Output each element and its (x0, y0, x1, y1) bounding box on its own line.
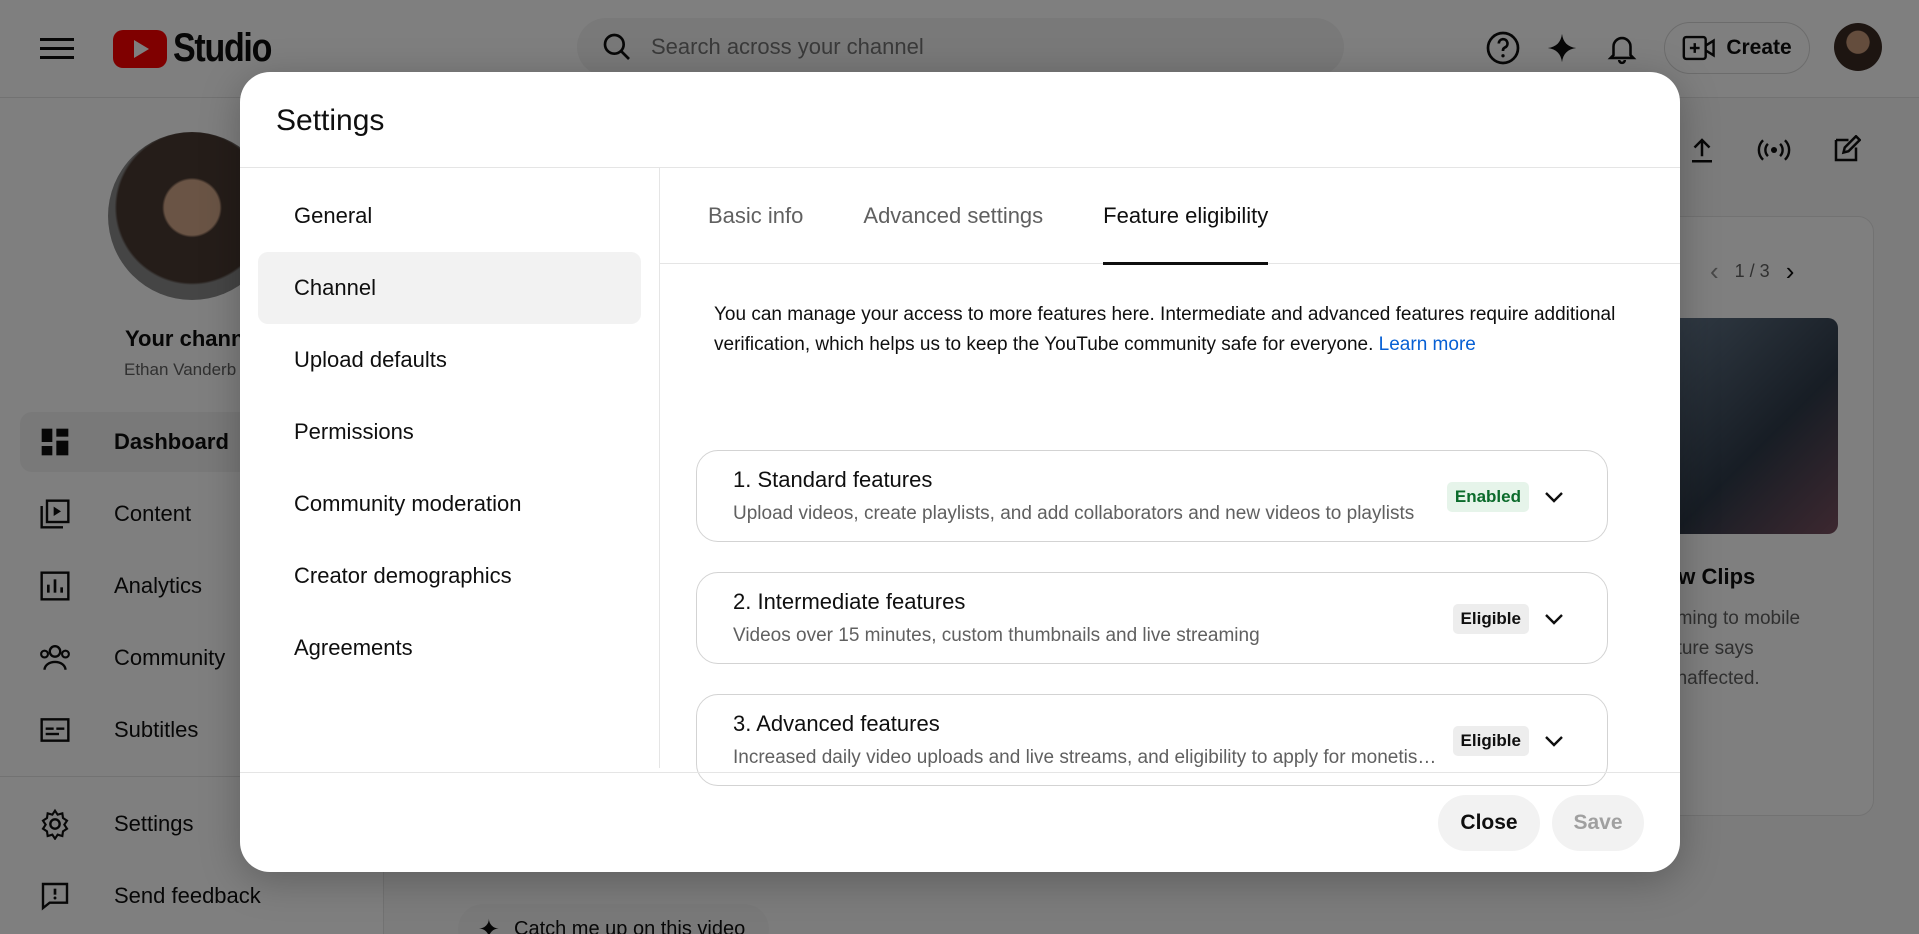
settings-nav-community-moderation[interactable]: Community moderation (258, 468, 641, 540)
settings-nav-channel[interactable]: Channel (258, 252, 641, 324)
intro-body: You can manage your access to more featu… (714, 304, 1616, 355)
feature-title: 1. Standard features (733, 467, 933, 492)
settings-nav-general[interactable]: General (258, 180, 641, 252)
settings-nav-permissions[interactable]: Permissions (258, 396, 641, 468)
save-button[interactable]: Save (1552, 795, 1644, 851)
feature-title: 2. Intermediate features (733, 589, 966, 614)
chevron-down-icon[interactable] (1541, 485, 1567, 509)
feature-description: Increased daily video uploads and live s… (733, 747, 1445, 768)
status-badge: Eligible (1452, 604, 1529, 634)
close-button[interactable]: Close (1438, 795, 1540, 851)
tab-basic-info[interactable]: Basic info (708, 168, 803, 264)
tab-feature-eligibility[interactable]: Feature eligibility (1103, 168, 1269, 265)
settings-nav-agreements[interactable]: Agreements (258, 612, 641, 684)
chevron-down-icon[interactable] (1541, 607, 1567, 631)
learn-more-link[interactable]: Learn more (1379, 334, 1476, 355)
feature-title: 3. Advanced features (733, 711, 940, 736)
dialog-header: Settings (240, 72, 1680, 168)
settings-nav-creator-demographics[interactable]: Creator demographics (258, 540, 641, 612)
settings-dialog: Settings General Channel Upload defaults… (240, 72, 1680, 872)
tab-bar: Basic info Advanced settings Feature eli… (660, 168, 1680, 265)
feature-card-standard[interactable]: 1. Standard features Upload videos, crea… (696, 450, 1608, 542)
tab-advanced-settings[interactable]: Advanced settings (863, 168, 1043, 264)
feature-description: Upload videos, create playlists, and add… (733, 503, 1415, 524)
settings-nav-upload-defaults[interactable]: Upload defaults (258, 324, 641, 396)
settings-content: Basic info Advanced settings Feature eli… (660, 168, 1680, 786)
status-badge: Enabled (1446, 482, 1529, 512)
feature-card-intermediate[interactable]: 2. Intermediate features Videos over 15 … (696, 572, 1608, 664)
dialog-title: Settings (276, 104, 385, 137)
chevron-down-icon[interactable] (1541, 729, 1567, 753)
settings-nav: General Channel Upload defaults Permissi… (240, 168, 660, 768)
intro-text: You can manage your access to more featu… (714, 300, 1634, 360)
status-badge: Eligible (1452, 726, 1529, 756)
feature-description: Videos over 15 minutes, custom thumbnail… (733, 625, 1260, 646)
dialog-footer: Close Save (240, 772, 1680, 872)
